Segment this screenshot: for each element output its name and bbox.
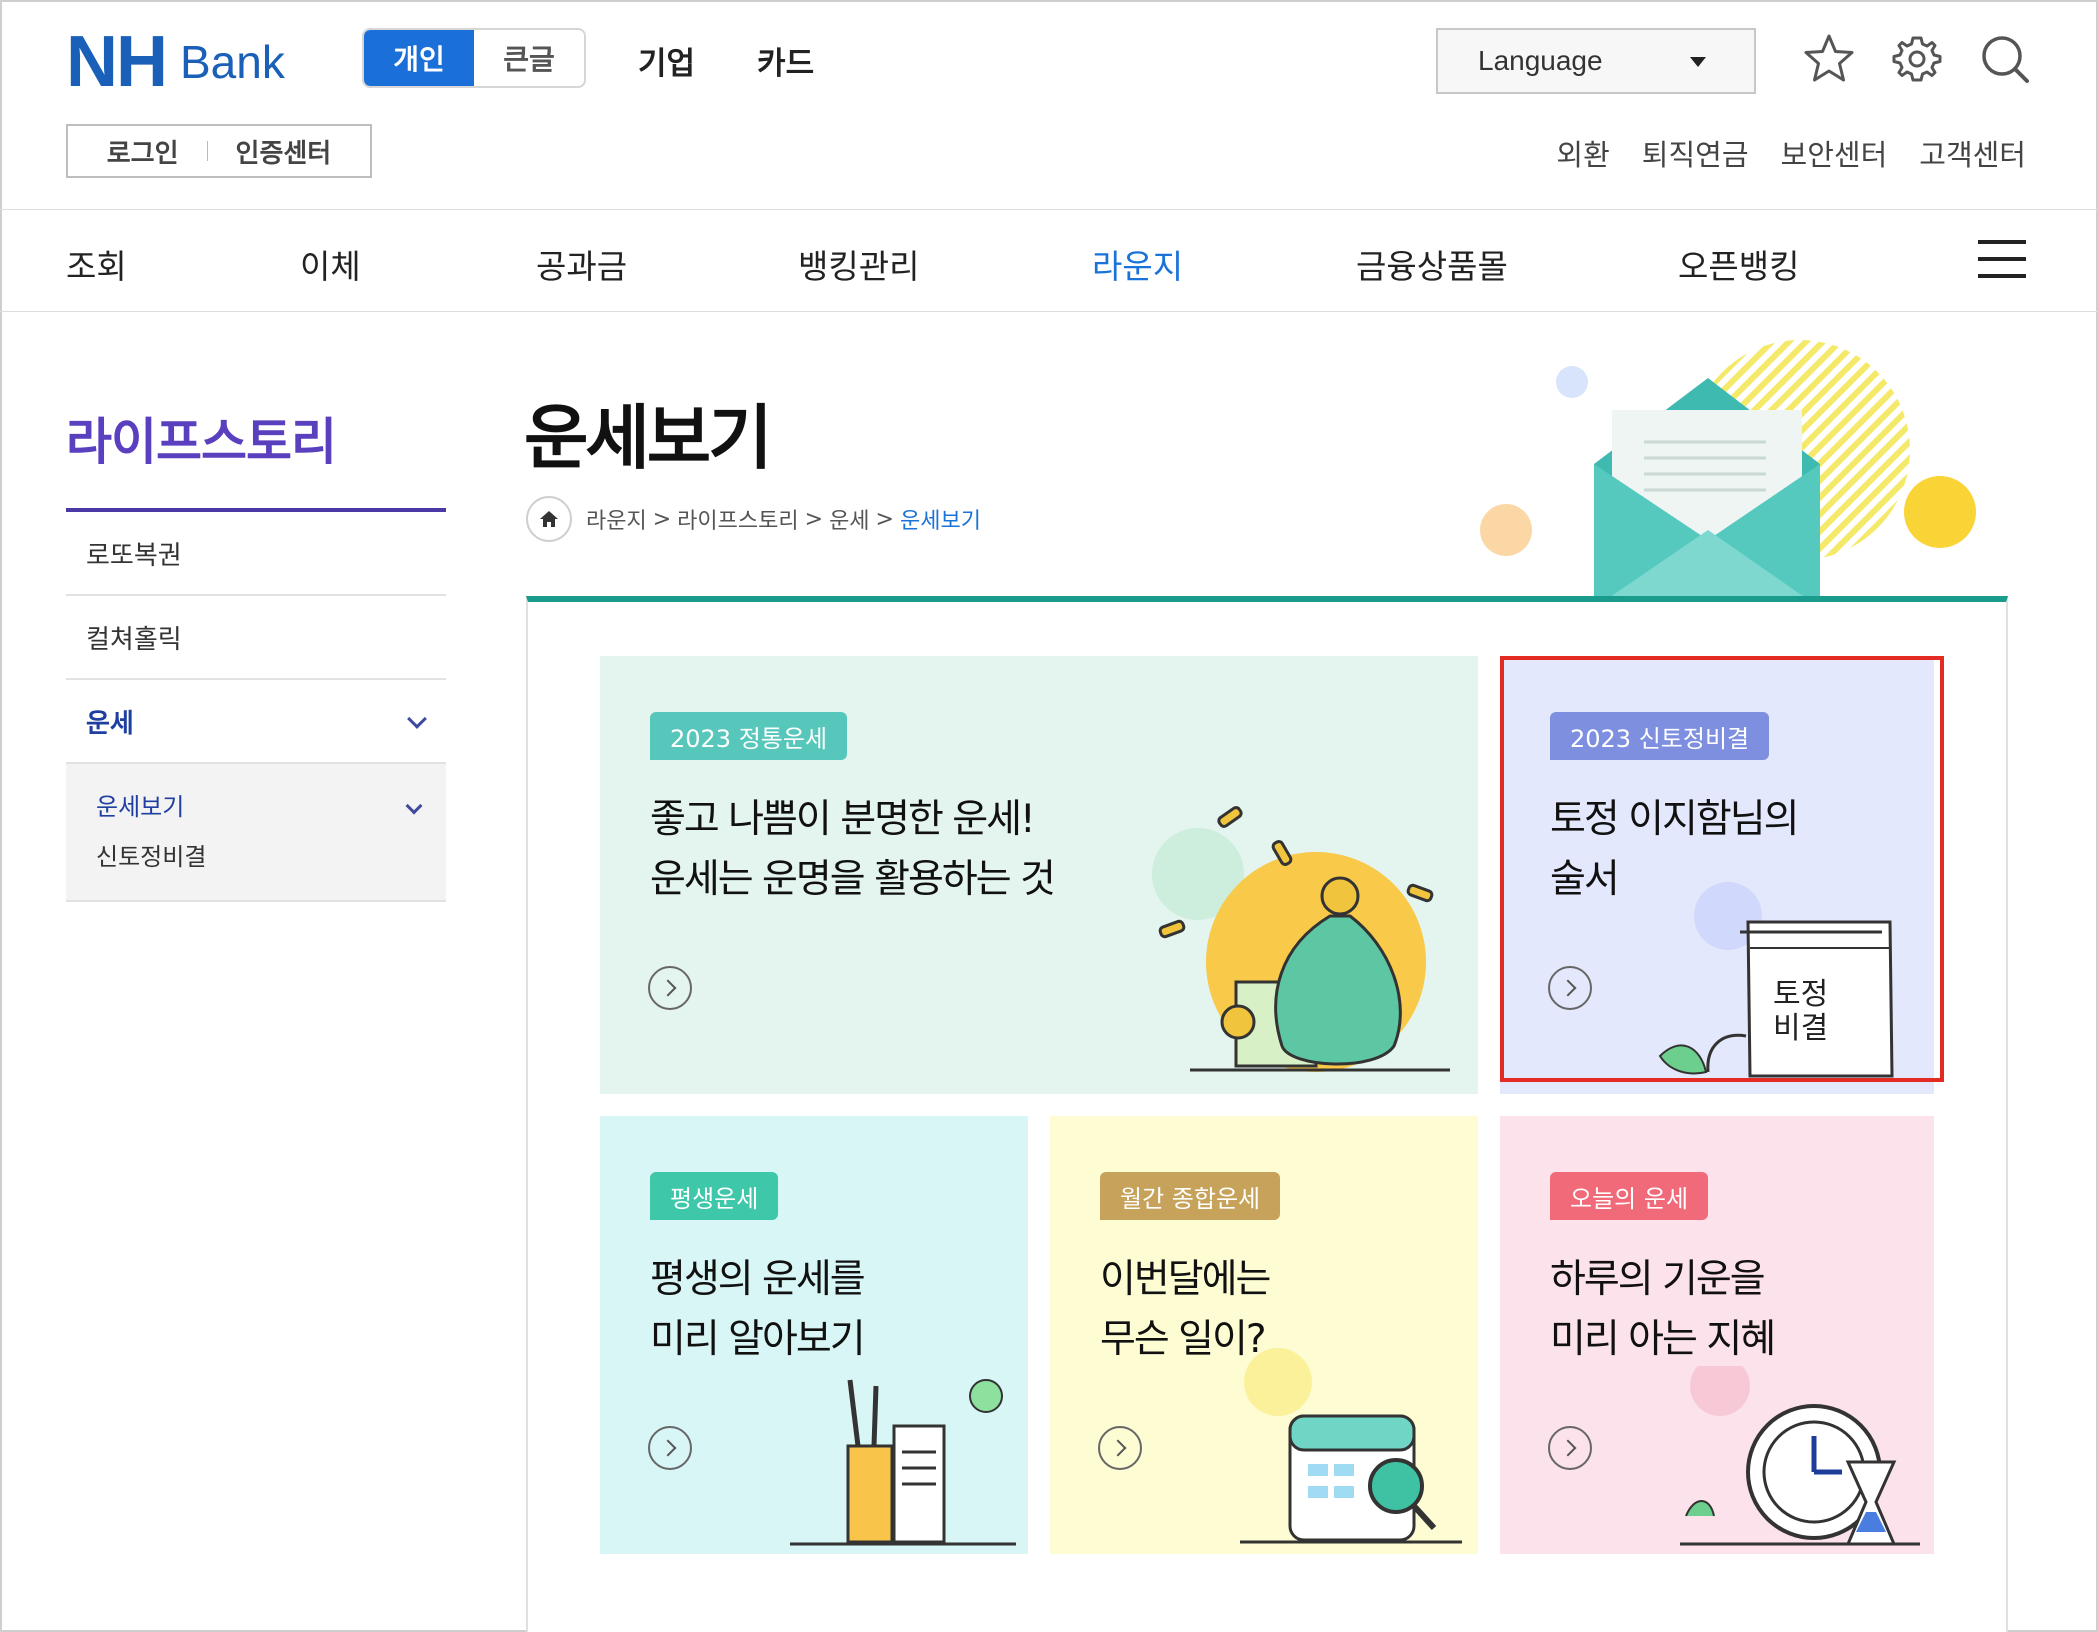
sidebar-item-lotto[interactable]: 로또복권 bbox=[66, 512, 446, 596]
breadcrumb-lifestory[interactable]: 라이프스토리 bbox=[677, 503, 798, 535]
star-icon[interactable] bbox=[1802, 32, 1856, 86]
clock-hourglass-illustration bbox=[1680, 1366, 1920, 1546]
login-box: 로그인 인증센터 bbox=[66, 124, 372, 178]
sidebar-item-culture[interactable]: 컬쳐홀릭 bbox=[66, 596, 446, 680]
card-description: 평생의 운세를 미리 알아보기 bbox=[650, 1257, 866, 1362]
corporate-link[interactable]: 기업 bbox=[638, 38, 695, 83]
card-tag: 평생운세 bbox=[650, 1172, 779, 1220]
nh-bank-logo[interactable]: NH Bank bbox=[66, 22, 285, 102]
login-separator bbox=[206, 141, 208, 161]
sidebar-item-label: 컬쳐홀릭 bbox=[86, 624, 182, 655]
calendar-illustration bbox=[1240, 1348, 1462, 1544]
breadcrumb-current: 운세보기 bbox=[899, 509, 981, 534]
chevron-down-icon bbox=[407, 709, 427, 729]
gnb-lounge[interactable]: 라운지 bbox=[1092, 240, 1183, 288]
mode-personal-button[interactable]: 개인 bbox=[364, 30, 474, 86]
chevron-right-icon[interactable] bbox=[1098, 1426, 1142, 1470]
selection-highlight bbox=[1500, 656, 1944, 1082]
logo-bank-text: Bank bbox=[180, 36, 285, 88]
chevron-right-icon[interactable] bbox=[648, 1426, 692, 1470]
cert-center-link[interactable]: 인증센터 bbox=[236, 133, 332, 170]
gnb-utility-bills[interactable]: 공과금 bbox=[536, 240, 627, 288]
language-label: Language bbox=[1478, 45, 1603, 76]
card-link[interactable]: 카드 bbox=[757, 38, 814, 83]
login-link[interactable]: 로그인 bbox=[107, 133, 179, 170]
language-select[interactable]: Language bbox=[1436, 28, 1756, 94]
fortune-card-lifetime[interactable]: 평생운세 평생의 운세를 미리 알아보기 bbox=[600, 1116, 1028, 1554]
search-icon[interactable] bbox=[1978, 32, 2032, 86]
card-tag: 오늘의 운세 bbox=[1550, 1172, 1709, 1220]
logo-nh-text: NH bbox=[66, 22, 168, 102]
gear-icon[interactable] bbox=[1890, 32, 1944, 86]
gnb-financial-mall[interactable]: 금융상품몰 bbox=[1356, 240, 1508, 288]
top-links: 기업 카드 bbox=[638, 38, 814, 83]
mode-large-text-button[interactable]: 큰글 bbox=[474, 30, 584, 86]
fortune-card-traditional[interactable]: 2023 정통운세 좋고 나쁨이 분명한 운세! 운세는 운명을 활용하는 것 bbox=[600, 656, 1478, 1094]
breadcrumb-separator: > bbox=[652, 506, 672, 532]
submenu-fortune-view[interactable]: 운세보기 bbox=[96, 782, 446, 832]
breadcrumb-fortune[interactable]: 운세 bbox=[829, 503, 869, 535]
util-pension-link[interactable]: 퇴직연금 bbox=[1642, 132, 1749, 174]
chevron-right-icon[interactable] bbox=[1548, 1426, 1592, 1470]
sidebar-item-label: 로또복권 bbox=[86, 540, 182, 571]
sidebar-item-label: 운세 bbox=[86, 708, 134, 739]
sidebar-menu: 로또복권 컬쳐홀릭 운세 운세보기 신토정비결 bbox=[66, 512, 446, 902]
util-customer-link[interactable]: 고객센터 bbox=[1919, 132, 2026, 174]
gnb-inquiry[interactable]: 조회 bbox=[66, 240, 127, 288]
utility-links: 외환 퇴직연금 보안센터 고객센터 bbox=[1556, 132, 2026, 174]
breadcrumb-separator: > bbox=[875, 506, 894, 532]
global-nav: 조회 이체 공과금 뱅킹관리 라운지 금융상품몰 오픈뱅킹 bbox=[0, 210, 2098, 312]
gnb-open-banking[interactable]: 오픈뱅킹 bbox=[1678, 240, 1799, 288]
card-tag: 2023 정통운세 bbox=[650, 712, 848, 760]
pencil-cup-illustration bbox=[790, 1379, 1016, 1546]
chevron-right-icon[interactable] bbox=[648, 966, 692, 1010]
sidebar-title: 라이프스토리 bbox=[66, 413, 337, 471]
submenu-tojeong[interactable]: 신토정비결 bbox=[96, 832, 446, 882]
fortune-card-monthly[interactable]: 월간 종합운세 이번달에는 무슨 일이? bbox=[1050, 1116, 1478, 1554]
gnb-banking-mgmt[interactable]: 뱅킹관리 bbox=[798, 240, 919, 288]
home-icon[interactable] bbox=[526, 496, 572, 542]
breadcrumb: 라운지 > 라이프스토리 > 운세 > 운세보기 bbox=[526, 496, 981, 542]
breadcrumb-lounge[interactable]: 라운지 bbox=[586, 503, 647, 535]
menu-icon[interactable] bbox=[1978, 240, 2026, 282]
mode-toggle: 개인 큰글 bbox=[362, 28, 586, 88]
page-title: 운세보기 bbox=[524, 397, 773, 479]
breadcrumb-separator: > bbox=[804, 506, 824, 532]
card-description: 하루의 기운을 미리 아는 지혜 bbox=[1550, 1257, 1776, 1362]
gnb-transfer[interactable]: 이체 bbox=[300, 240, 361, 288]
card-description: 좋고 나쁨이 분명한 운세! 운세는 운명을 활용하는 것 bbox=[650, 797, 1056, 902]
caret-down-icon bbox=[1690, 57, 1706, 67]
money-bag-illustration bbox=[1152, 806, 1450, 1072]
util-security-link[interactable]: 보안센터 bbox=[1781, 132, 1888, 174]
site-header: NH Bank 개인 큰글 기업 카드 로그인 인증센터 Language 외환… bbox=[0, 0, 2098, 210]
card-tag: 월간 종합운세 bbox=[1100, 1172, 1281, 1220]
sidebar-submenu: 운세보기 신토정비결 bbox=[66, 764, 446, 902]
fortune-card-daily[interactable]: 오늘의 운세 하루의 기운을 미리 아는 지혜 bbox=[1500, 1116, 1934, 1554]
sidebar-item-fortune[interactable]: 운세 bbox=[66, 680, 446, 764]
envelope-illustration bbox=[1480, 340, 1976, 608]
util-forex-link[interactable]: 외환 bbox=[1556, 132, 1609, 174]
